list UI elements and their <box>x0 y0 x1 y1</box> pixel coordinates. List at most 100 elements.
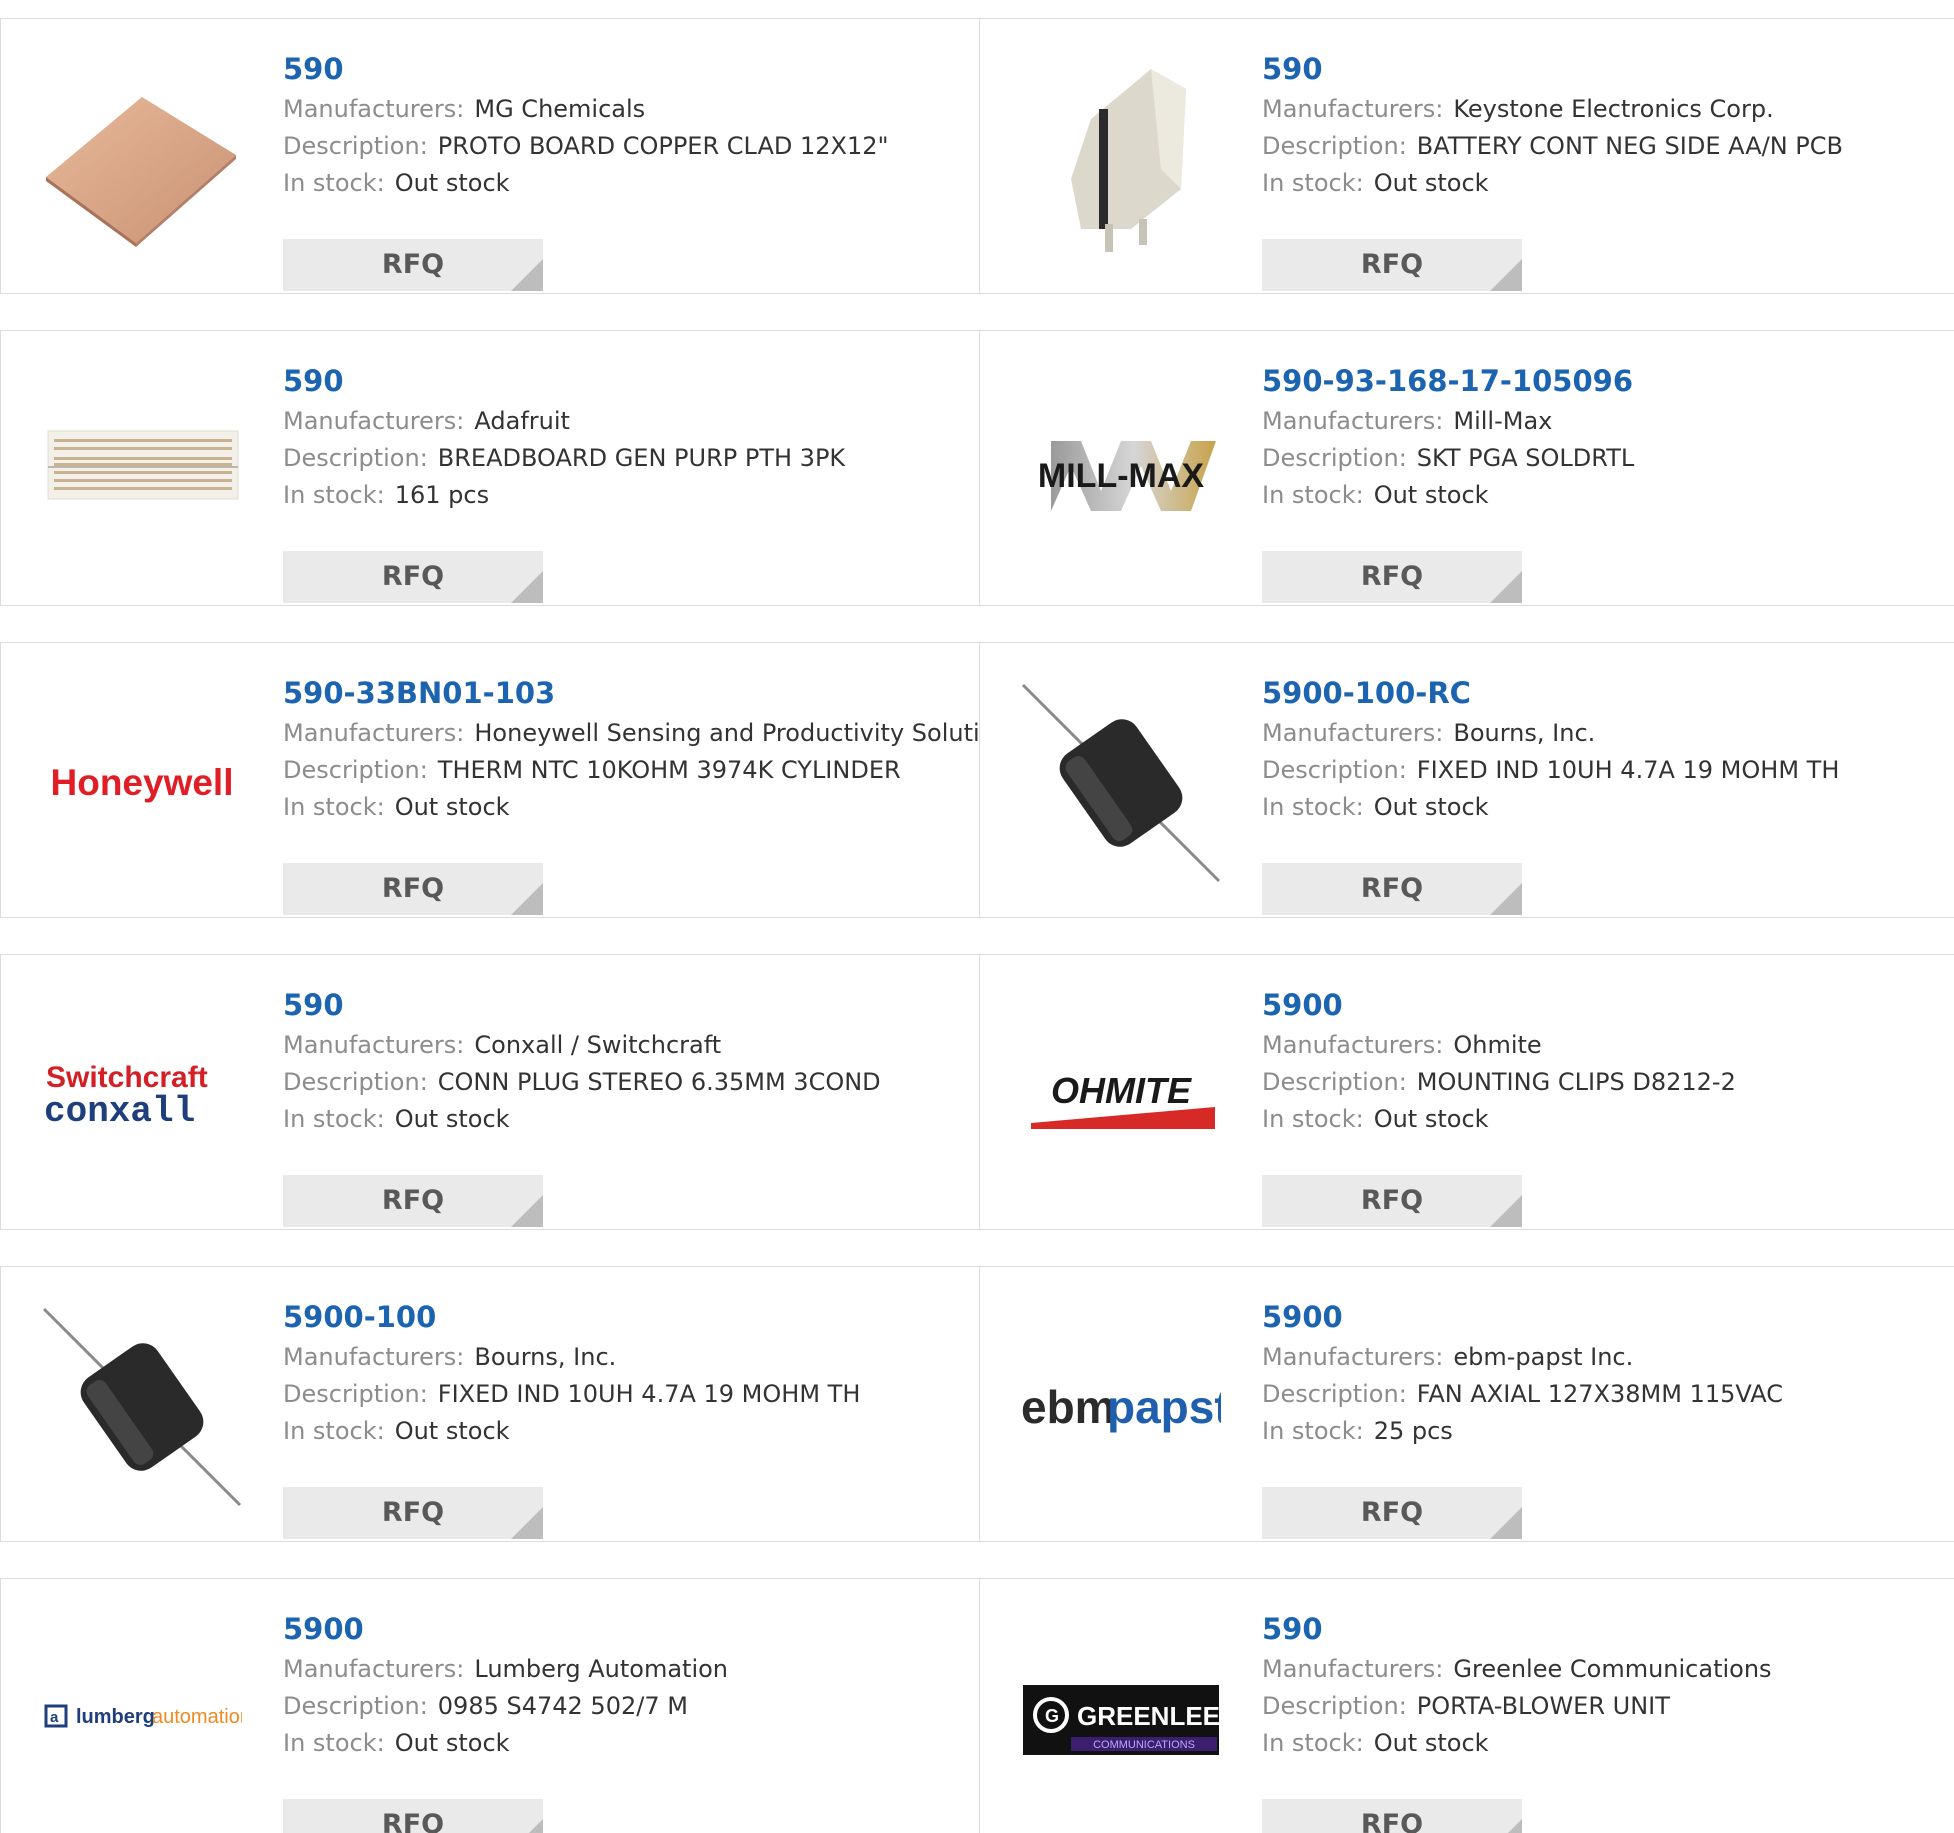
description-label: Description: <box>1262 444 1407 472</box>
stock-value: Out stock <box>1373 1105 1489 1133</box>
part-number-link[interactable]: 590 <box>1262 1609 1954 1651</box>
manufacturer-row: Manufacturers: Honeywell Sensing and Prod… <box>283 715 1022 752</box>
product-image[interactable]: OHMITE <box>1020 995 1222 1195</box>
manufacturer-value: Ohmite <box>1453 1031 1542 1059</box>
corner-triangle-icon <box>1490 1507 1522 1539</box>
rfq-button[interactable]: RFQ <box>283 1487 543 1539</box>
rfq-button[interactable]: RFQ <box>283 551 543 603</box>
corner-triangle-icon <box>511 571 543 603</box>
rfq-button[interactable]: RFQ <box>283 1175 543 1227</box>
rfq-button[interactable]: RFQ <box>1262 863 1522 915</box>
part-number-link[interactable]: 590 <box>283 361 969 403</box>
stock-value: Out stock <box>1373 481 1489 509</box>
description-label: Description: <box>283 1068 428 1096</box>
product-info: 5900-100 Manufacturers: Bourns, Inc. Desc… <box>283 1297 969 1450</box>
stock-row: In stock: Out stock <box>1262 1101 1954 1138</box>
description-value: 0985 S4742 502/7 M <box>437 1692 688 1720</box>
description-row: Description: BREADBOARD GEN PURP PTH 3PK <box>283 440 969 477</box>
product-card: Honeywell 590-33BN01-103 Manufacturers: H… <box>0 642 1022 918</box>
product-image[interactable]: G GREENLEE COMMUNICATIONS <box>1020 1619 1222 1819</box>
greenlee-logo: G GREENLEE COMMUNICATIONS <box>1023 1685 1220 1755</box>
stock-label: In stock: <box>1262 1105 1364 1133</box>
part-number-link[interactable]: 590-33BN01-103 <box>283 673 969 715</box>
product-image[interactable]: Honeywell <box>41 683 243 883</box>
rfq-button[interactable]: RFQ <box>283 239 543 291</box>
manufacturer-row: Manufacturers: Lumberg Automation <box>283 1651 969 1688</box>
product-image[interactable] <box>1020 683 1222 883</box>
product-image[interactable]: a lumberg automation <box>41 1619 243 1819</box>
rfq-button[interactable]: RFQ <box>283 863 543 915</box>
product-image[interactable] <box>1020 59 1222 259</box>
manufacturer-value: Honeywell Sensing and Productivity Solut… <box>474 719 1023 747</box>
svg-text:conxall: conxall <box>44 1091 195 1132</box>
description-row: Description: SKT PGA SOLDRTL <box>1262 440 1954 477</box>
manufacturer-value: ebm-papst Inc. <box>1453 1343 1634 1371</box>
description-value: CONN PLUG STEREO 6.35MM 3COND <box>437 1068 881 1096</box>
honeywell-logo: Honeywell <box>51 762 234 803</box>
description-row: Description: THERM NTC 10KOHM 3974K CYLIN… <box>283 752 969 789</box>
description-label: Description: <box>1262 1068 1407 1096</box>
stock-row: In stock: Out stock <box>283 1725 969 1762</box>
product-card: 590 Manufacturers: Keystone Electronics C… <box>979 18 1954 294</box>
svg-text:G: G <box>1045 1706 1059 1726</box>
stock-row: In stock: Out stock <box>283 1413 969 1450</box>
stock-value: Out stock <box>394 169 510 197</box>
manufacturer-row: Manufacturers: Mill-Max <box>1262 403 1954 440</box>
product-image[interactable]: MILL-MAX <box>1020 371 1222 571</box>
stock-value: Out stock <box>1373 1729 1489 1757</box>
part-number-link[interactable]: 5900 <box>1262 1297 1954 1339</box>
product-info: 5900-100-RC Manufacturers: Bourns, Inc. D… <box>1262 673 1954 826</box>
part-number-link[interactable]: 5900-100-RC <box>1262 673 1954 715</box>
rfq-label: RFQ <box>1360 873 1424 904</box>
product-row: Switchcraft conxall 590 Manufacturers: Co… <box>0 954 1954 1230</box>
corner-triangle-icon <box>511 259 543 291</box>
manufacturer-row: Manufacturers: Bourns, Inc. <box>283 1339 969 1376</box>
product-image[interactable]: Switchcraft conxall <box>41 995 243 1195</box>
part-number-link[interactable]: 590 <box>283 49 969 91</box>
svg-text:automation: automation <box>152 1706 242 1728</box>
rfq-label: RFQ <box>1360 1809 1424 1833</box>
product-info: 5900 Manufacturers: Lumberg Automation De… <box>283 1609 969 1762</box>
part-number-link[interactable]: 5900 <box>1262 985 1954 1027</box>
stock-label: In stock: <box>283 1729 385 1757</box>
description-value: FIXED IND 10UH 4.7A 19 MOHM TH <box>437 1380 861 1408</box>
part-number-link[interactable]: 5900-100 <box>283 1297 969 1339</box>
battery-contact-image <box>1071 69 1186 252</box>
part-number-link[interactable]: 5900 <box>283 1609 969 1651</box>
product-image[interactable] <box>41 371 243 571</box>
manufacturer-label: Manufacturers: <box>283 1343 465 1371</box>
product-image[interactable] <box>41 59 243 259</box>
part-number-link[interactable]: 590 <box>283 985 969 1027</box>
rfq-button[interactable]: RFQ <box>1262 551 1522 603</box>
part-number-link[interactable]: 590-93-168-17-105096 <box>1262 361 1954 403</box>
switchcraft-conxall-logo: Switchcraft conxall <box>44 1061 208 1132</box>
rfq-button[interactable]: RFQ <box>1262 1175 1522 1227</box>
description-label: Description: <box>1262 756 1407 784</box>
rfq-button[interactable]: RFQ <box>1262 1799 1522 1833</box>
product-image[interactable] <box>41 1307 243 1507</box>
product-image[interactable]: ebm papst <box>1020 1307 1222 1507</box>
manufacturer-row: Manufacturers: Greenlee Communications <box>1262 1651 1954 1688</box>
rfq-button[interactable]: RFQ <box>283 1799 543 1833</box>
svg-text:papst: papst <box>1107 1381 1221 1433</box>
corner-triangle-icon <box>1490 1819 1522 1833</box>
description-row: Description: BATTERY CONT NEG SIDE AA/N P… <box>1262 128 1954 165</box>
product-info: 590 Manufacturers: Adafruit Description: B… <box>283 361 969 514</box>
stock-label: In stock: <box>283 1105 385 1133</box>
rfq-button[interactable]: RFQ <box>1262 1487 1522 1539</box>
manufacturer-label: Manufacturers: <box>283 407 465 435</box>
manufacturer-row: Manufacturers: Conxall / Switchcraft <box>283 1027 969 1064</box>
stock-row: In stock: Out stock <box>1262 789 1954 826</box>
part-number-link[interactable]: 590 <box>1262 49 1954 91</box>
description-row: Description: PROTO BOARD COPPER CLAD 12X1… <box>283 128 969 165</box>
rfq-button[interactable]: RFQ <box>1262 239 1522 291</box>
manufacturer-row: Manufacturers: ebm-papst Inc. <box>1262 1339 1954 1376</box>
corner-triangle-icon <box>1490 1195 1522 1227</box>
manufacturer-label: Manufacturers: <box>283 1655 465 1683</box>
product-info: 590 Manufacturers: Keystone Electronics C… <box>1262 49 1954 202</box>
stock-row: In stock: 25 pcs <box>1262 1413 1954 1450</box>
rfq-label: RFQ <box>381 561 445 592</box>
corner-triangle-icon <box>511 1195 543 1227</box>
product-row: Honeywell 590-33BN01-103 Manufacturers: H… <box>0 642 1954 918</box>
description-row: Description: PORTA-BLOWER UNIT <box>1262 1688 1954 1725</box>
